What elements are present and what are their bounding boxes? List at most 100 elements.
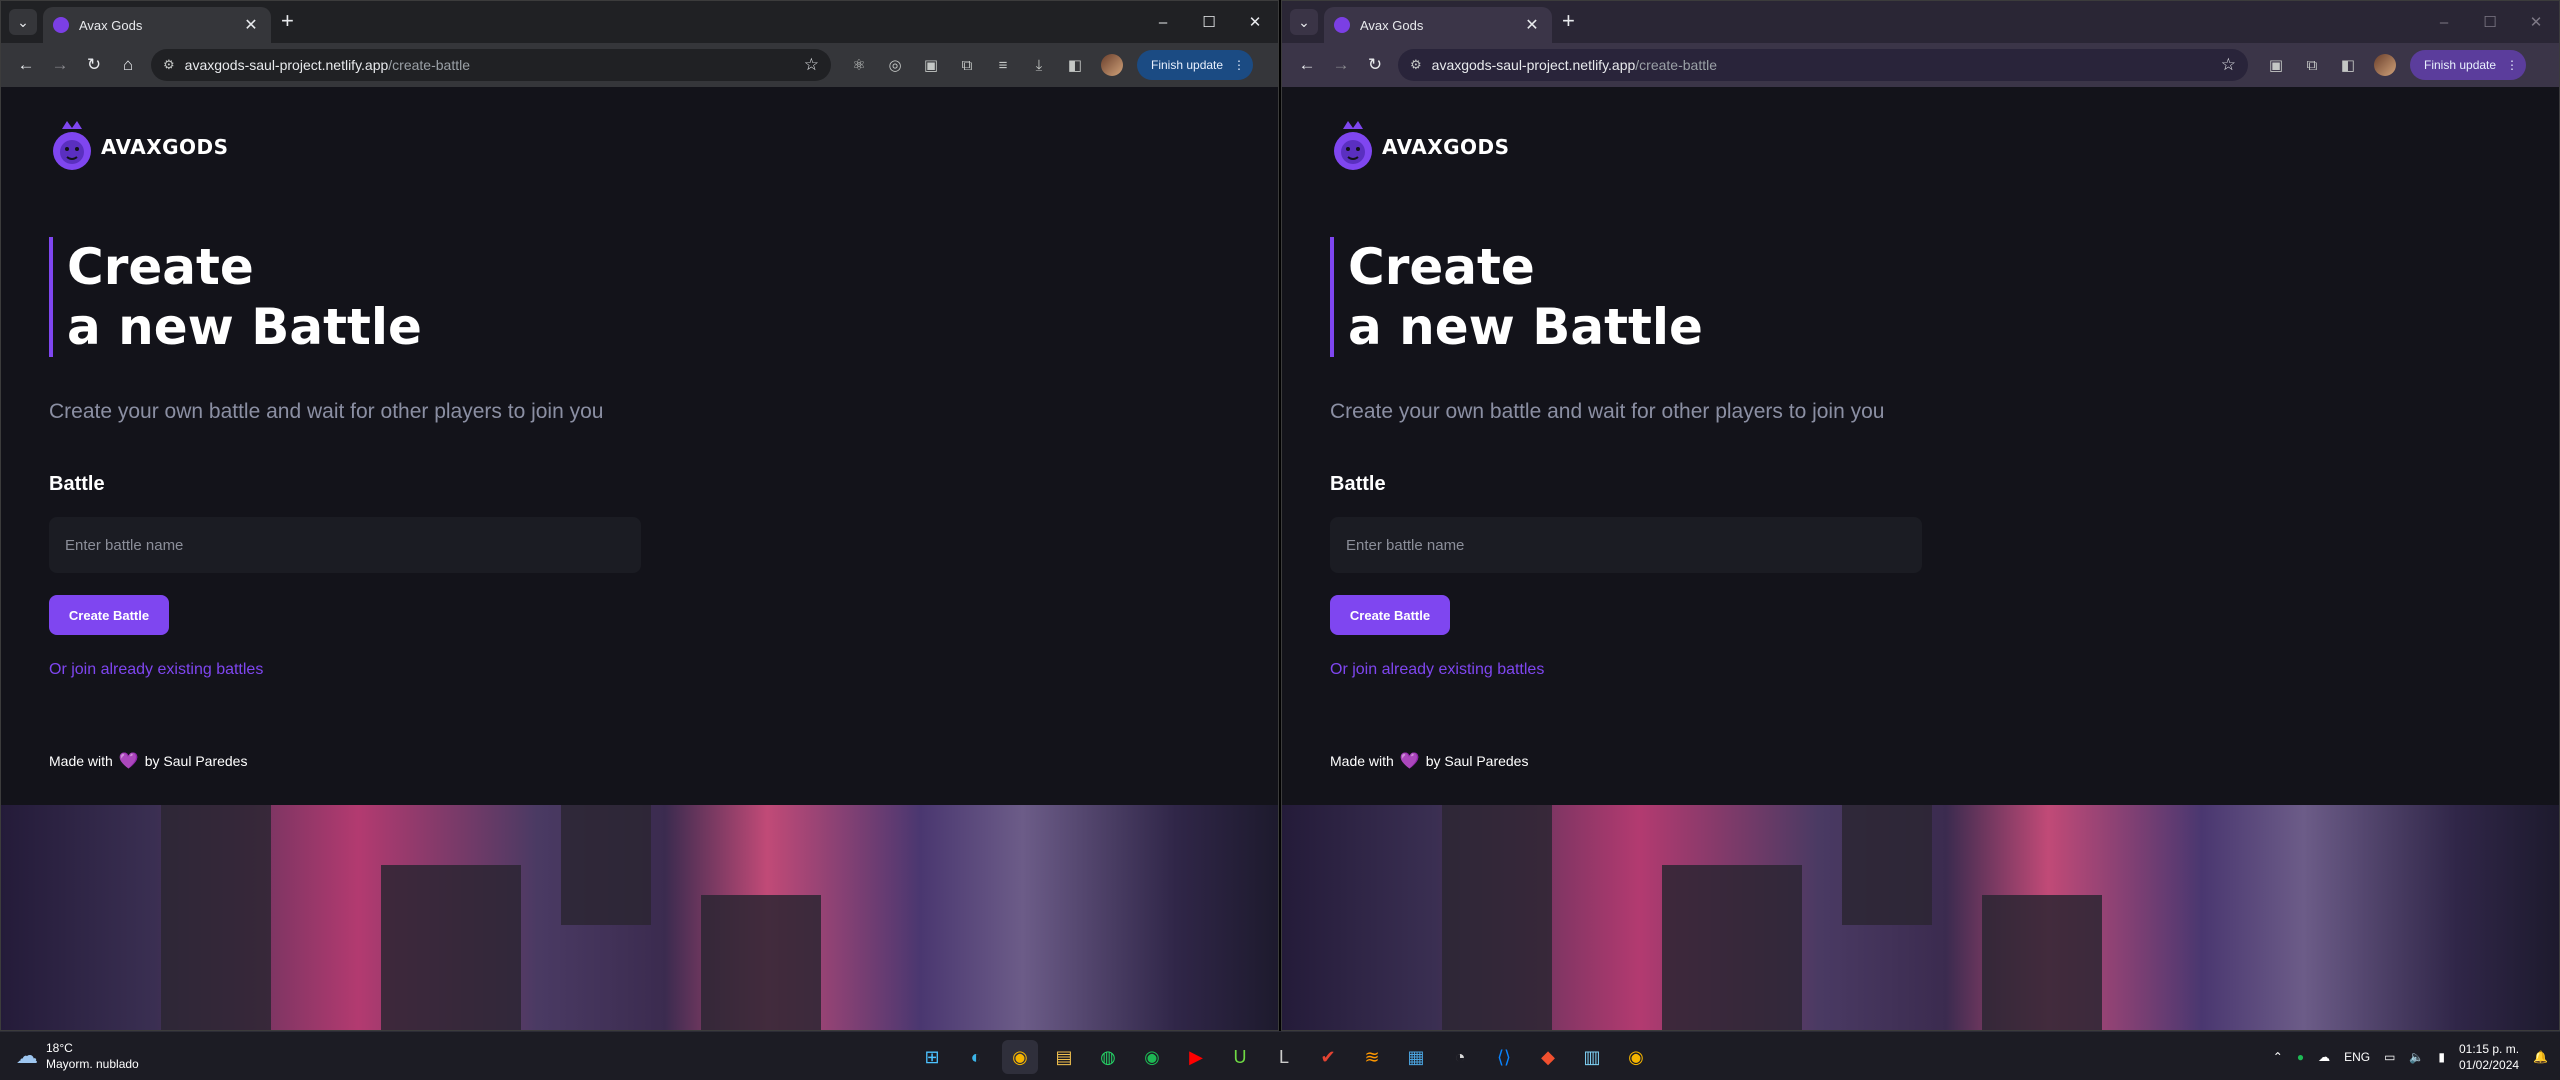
page-content: AVAXGODS Create a new Battle Create your… xyxy=(1282,87,2559,1030)
forward-button[interactable]: → xyxy=(1324,50,1358,80)
more-menu-icon: ⋮ xyxy=(2506,58,2519,72)
back-button[interactable]: ← xyxy=(9,50,43,80)
battle-name-input[interactable] xyxy=(1330,517,1922,573)
join-battles-link[interactable]: Or join already existing battles xyxy=(1330,661,1544,679)
page-title: Create a new Battle xyxy=(1330,237,1703,357)
extensions-puzzle-icon[interactable]: ⧉ xyxy=(951,50,983,80)
chevron-up-icon[interactable]: ⌃ xyxy=(2273,1050,2283,1064)
title-line-2: a new Battle xyxy=(1348,298,1703,356)
site-info-icon[interactable]: ⚙ xyxy=(163,57,175,73)
start-icon[interactable]: ⊞ xyxy=(914,1040,950,1074)
whatsapp-icon[interactable]: ◍ xyxy=(1090,1040,1126,1074)
maximize-button[interactable]: ☐ xyxy=(2467,1,2513,43)
page-subtitle: Create your own battle and wait for othe… xyxy=(1330,400,1885,423)
home-button[interactable]: ⌂ xyxy=(111,50,145,80)
heart-icon: 💜 xyxy=(1399,753,1420,770)
create-battle-button[interactable]: Create Battle xyxy=(1330,595,1450,635)
network-icon[interactable]: ▭ xyxy=(2384,1050,2395,1064)
spotify-tray-icon[interactable]: ● xyxy=(2297,1050,2304,1064)
forward-button[interactable]: → xyxy=(43,50,77,80)
chatgpt-extension-icon[interactable]: ◎ xyxy=(879,50,911,80)
new-tab-button[interactable]: + xyxy=(281,10,294,32)
side-panel-icon[interactable]: ◧ xyxy=(2332,50,2364,80)
tab-title: Avax Gods xyxy=(79,17,143,33)
site-logo[interactable]: AVAXGODS xyxy=(49,119,229,175)
extensions-puzzle-icon[interactable]: ⧉ xyxy=(2296,50,2328,80)
bookmark-star-icon[interactable]: ☆ xyxy=(2221,55,2236,75)
site-info-icon[interactable]: ⚙ xyxy=(1410,57,1422,73)
react-devtools-icon[interactable]: ⚛ xyxy=(843,50,875,80)
page-title: Create a new Battle xyxy=(49,237,422,357)
site-logo[interactable]: AVAXGODS xyxy=(1330,119,1510,175)
tab-close-icon[interactable]: ✕ xyxy=(241,15,261,35)
battle-name-input[interactable] xyxy=(49,517,641,573)
profile-avatar[interactable] xyxy=(2374,54,2396,76)
title-line-1: Create xyxy=(1348,238,1535,296)
finish-update-button[interactable]: Finish update ⋮ xyxy=(1137,50,1254,80)
address-bar[interactable]: ⚙ avaxgods-saul-project.netlify.app/crea… xyxy=(1398,49,2248,81)
tab-title: Avax Gods xyxy=(1360,17,1424,33)
tab-search-button[interactable]: ⌄ xyxy=(1290,9,1318,35)
file-explorer-icon[interactable]: ▤ xyxy=(1046,1040,1082,1074)
reload-button[interactable]: ↻ xyxy=(1358,50,1392,80)
tab-strip: ⌄ Avax Gods ✕ + – ☐ ✕ xyxy=(1,1,1278,43)
extension-icon[interactable]: ▣ xyxy=(2260,50,2292,80)
notepad-icon[interactable]: ▥ xyxy=(1574,1040,1610,1074)
weather-widget[interactable]: ☁ 18°C Mayorm. nublado xyxy=(16,1040,139,1072)
hero-artwork xyxy=(1,805,1278,1030)
tab-avax-gods[interactable]: Avax Gods ✕ xyxy=(1324,7,1552,43)
language-indicator[interactable]: ENG xyxy=(2344,1050,2370,1064)
reload-button[interactable]: ↻ xyxy=(77,50,111,80)
create-battle-button[interactable]: Create Battle xyxy=(49,595,169,635)
chrome-icon[interactable]: ◉ xyxy=(1002,1040,1038,1074)
bookmark-star-icon[interactable]: ☆ xyxy=(804,55,819,75)
vscode-icon[interactable]: ⟨⟩ xyxy=(1486,1040,1522,1074)
back-button[interactable]: ← xyxy=(1290,50,1324,80)
heart-icon: 💜 xyxy=(118,753,139,770)
tab-avax-gods[interactable]: Avax Gods ✕ xyxy=(43,7,271,43)
page-subtitle: Create your own battle and wait for othe… xyxy=(49,400,604,423)
url-text[interactable]: avaxgods-saul-project.netlify.app/create… xyxy=(185,57,804,73)
avaxgods-favicon-icon xyxy=(1334,17,1350,33)
minimize-button[interactable]: – xyxy=(2421,1,2467,43)
youtube-icon[interactable]: ▶ xyxy=(1178,1040,1214,1074)
battle-label: Battle xyxy=(1330,473,1386,495)
finish-update-button[interactable]: Finish update ⋮ xyxy=(2410,50,2527,80)
new-tab-button[interactable]: + xyxy=(1562,10,1575,32)
todoist-icon[interactable]: ✔ xyxy=(1310,1040,1346,1074)
logo-text: AVAXGODS xyxy=(1382,135,1510,159)
title-line-1: Create xyxy=(67,238,254,296)
reading-list-icon[interactable]: ≡ xyxy=(987,50,1019,80)
tab-search-button[interactable]: ⌄ xyxy=(9,9,37,35)
more-menu-icon: ⋮ xyxy=(1233,58,1246,72)
join-battles-link[interactable]: Or join already existing battles xyxy=(49,661,263,679)
cloud-sync-icon[interactable]: ☁ xyxy=(2318,1050,2330,1064)
sublime-icon[interactable]: ≋ xyxy=(1354,1040,1390,1074)
side-panel-icon[interactable]: ◧ xyxy=(1059,50,1091,80)
notification-bell-icon[interactable]: 🔔 xyxy=(2533,1050,2548,1064)
app-l-icon[interactable]: L xyxy=(1266,1040,1302,1074)
url-text[interactable]: avaxgods-saul-project.netlify.app/create… xyxy=(1432,57,2221,73)
git-icon[interactable]: ◆ xyxy=(1530,1040,1566,1074)
close-window-button[interactable]: ✕ xyxy=(1232,1,1278,43)
speedometer-icon[interactable]: ◔ xyxy=(1442,1040,1478,1074)
upwork-icon[interactable]: U xyxy=(1222,1040,1258,1074)
address-bar[interactable]: ⚙ avaxgods-saul-project.netlify.app/crea… xyxy=(151,49,831,81)
extension-icon[interactable]: ▣ xyxy=(915,50,947,80)
browser-toolbar: ← → ↻ ⌂ ⚙ avaxgods-saul-project.netlify.… xyxy=(1,43,1278,87)
maximize-button[interactable]: ☐ xyxy=(1186,1,1232,43)
close-window-button[interactable]: ✕ xyxy=(2513,1,2559,43)
profile-avatar[interactable] xyxy=(1101,54,1123,76)
avaxgods-favicon-icon xyxy=(53,17,69,33)
volume-icon[interactable]: 🔈 xyxy=(2409,1050,2424,1064)
tab-close-icon[interactable]: ✕ xyxy=(1522,15,1542,35)
download-icon[interactable]: ⤓ xyxy=(1023,50,1055,80)
chrome-canary-icon[interactable]: ◉ xyxy=(1618,1040,1654,1074)
clock[interactable]: 01:15 p. m. 01/02/2024 xyxy=(2459,1041,2519,1073)
app-image-icon[interactable]: ▦ xyxy=(1398,1040,1434,1074)
spotify-icon[interactable]: ◉ xyxy=(1134,1040,1170,1074)
battery-icon[interactable]: ▮ xyxy=(2438,1050,2445,1064)
minimize-button[interactable]: – xyxy=(1140,1,1186,43)
weather-temp: 18°C xyxy=(46,1041,73,1055)
edge-icon[interactable]: ◐ xyxy=(958,1040,994,1074)
